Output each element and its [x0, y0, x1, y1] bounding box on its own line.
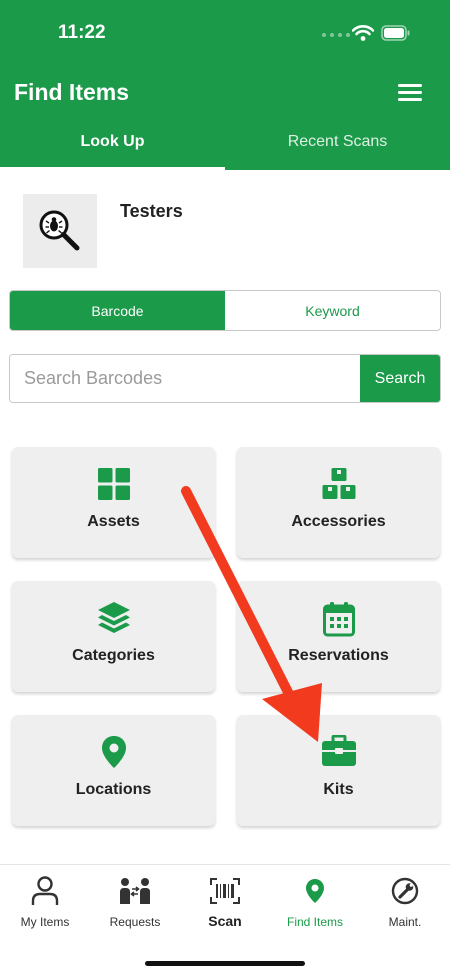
bottom-navigation: My Items Requests Scan Find Items Maint. — [0, 864, 450, 976]
tile-assets[interactable]: Assets — [12, 447, 215, 558]
signal-icon — [322, 33, 350, 37]
page-title: Find Items — [14, 79, 130, 105]
nav-label: Maint. — [388, 915, 422, 929]
wrench-icon — [391, 877, 419, 905]
tile-label: Kits — [323, 781, 354, 798]
home-indicator — [145, 961, 305, 966]
hamburger-menu-icon[interactable] — [398, 84, 422, 102]
tab-look-up[interactable]: Look Up — [0, 122, 225, 170]
app-header: 11:22 Find Items Look Up Recent Scans — [0, 0, 450, 170]
tile-categories[interactable]: Categories — [12, 581, 215, 692]
map-pin-icon — [306, 879, 324, 903]
tab-bar: Look Up Recent Scans — [0, 122, 450, 170]
tab-recent-scans[interactable]: Recent Scans — [225, 122, 450, 170]
status-time: 11:22 — [58, 22, 106, 43]
organization-thumbnail — [23, 194, 97, 268]
map-pin-icon — [101, 736, 126, 768]
bug-magnifier-icon — [39, 210, 80, 251]
nav-maintenance[interactable]: Maint. — [360, 875, 450, 929]
grid-icon — [97, 468, 130, 500]
toolbox-icon — [321, 735, 356, 766]
nav-label: Scan — [208, 913, 242, 929]
tile-label: Accessories — [291, 513, 386, 530]
tile-label: Reservations — [288, 647, 389, 664]
person-icon — [31, 876, 59, 905]
search-button[interactable]: Search — [360, 355, 440, 402]
organization-name: Testers — [120, 201, 183, 221]
tile-accessories[interactable]: Accessories — [237, 447, 440, 558]
tile-label: Locations — [75, 781, 152, 798]
nav-find-items[interactable]: Find Items — [270, 875, 360, 929]
tile-reservations[interactable]: Reservations — [237, 581, 440, 692]
search-input[interactable] — [10, 355, 360, 402]
wifi-icon — [352, 25, 374, 41]
barcode-scan-icon — [210, 878, 240, 904]
nav-label: My Items — [20, 915, 70, 929]
nav-label: Requests — [109, 915, 161, 929]
layers-icon — [97, 602, 130, 633]
tile-label: Assets — [87, 513, 140, 530]
battery-icon — [381, 25, 410, 41]
tile-label: Categories — [72, 647, 155, 664]
segment-barcode[interactable]: Barcode — [10, 291, 225, 330]
nav-scan[interactable]: Scan — [180, 875, 270, 929]
segment-keyword[interactable]: Keyword — [225, 291, 440, 330]
calendar-icon — [322, 602, 355, 637]
nav-my-items[interactable]: My Items — [0, 875, 90, 929]
search-bar: Search — [9, 354, 441, 403]
nav-requests[interactable]: Requests — [90, 875, 180, 929]
boxes-icon — [322, 468, 355, 499]
tile-kits[interactable]: Kits — [237, 715, 440, 826]
exchange-people-icon — [120, 878, 150, 904]
search-mode-toggle: Barcode Keyword — [9, 290, 441, 331]
find-items-screen: 11:22 Find Items Look Up Recent Scans Te… — [0, 0, 450, 976]
nav-label: Find Items — [286, 915, 343, 929]
tile-locations[interactable]: Locations — [12, 715, 215, 826]
